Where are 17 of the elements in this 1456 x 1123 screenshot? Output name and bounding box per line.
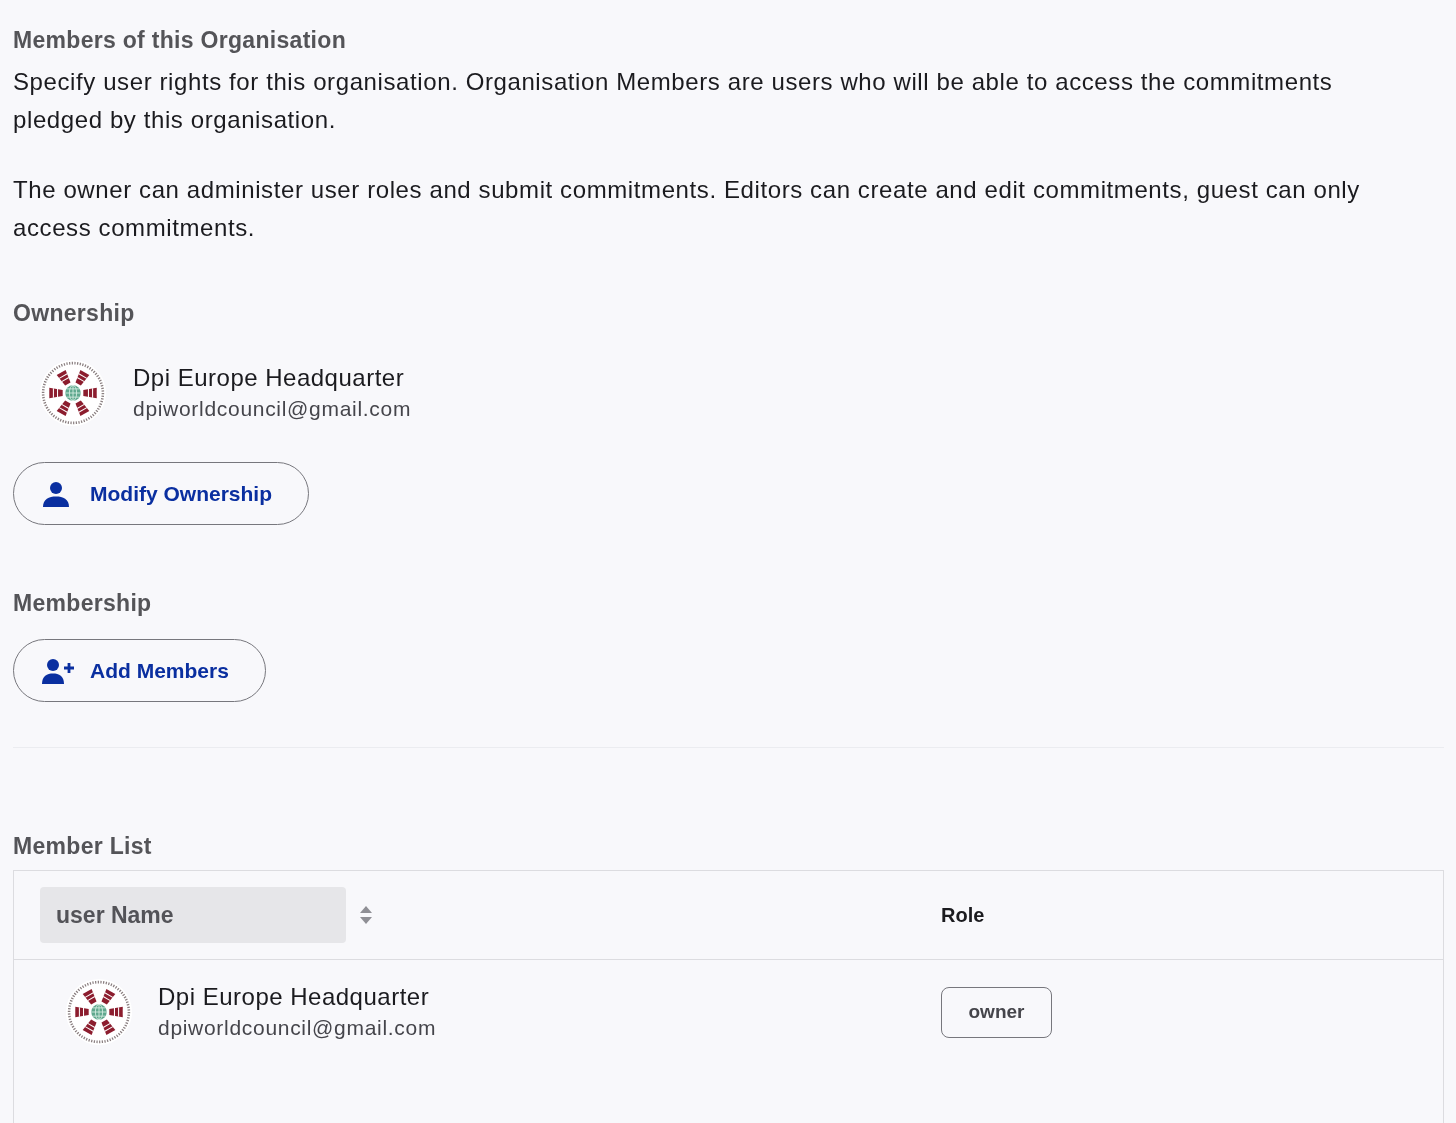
member-name: Dpi Europe Headquarter xyxy=(158,982,431,1012)
member-email: dpiworldcouncil@gmail.com xyxy=(133,396,412,422)
member-name: Dpi Europe Headquarter xyxy=(133,363,406,393)
emblem-icon xyxy=(66,979,132,1045)
column-header: Role xyxy=(941,903,985,928)
description-text: The owner can administer user roles and submit commitments. Editors can create and edit commitments, guest can only access commitments. xyxy=(13,175,1361,243)
role-tag: owner xyxy=(941,987,1052,1038)
sort-icon[interactable] xyxy=(360,906,372,924)
section-heading: Membership xyxy=(13,589,153,618)
section-heading: Ownership xyxy=(13,299,136,328)
description-text: Specify user rights for this organisation. Organisation Members are users who will be able to access the commitments pledged by this organisation. xyxy=(13,67,1334,135)
column-header[interactable]: user Name xyxy=(40,887,346,943)
member-email: dpiworldcouncil@gmail.com xyxy=(158,1015,437,1041)
section-heading: Member List xyxy=(13,832,153,861)
section-heading: Members of this Organisation xyxy=(13,26,347,55)
person-add-icon xyxy=(42,657,74,684)
emblem-icon xyxy=(40,360,106,426)
